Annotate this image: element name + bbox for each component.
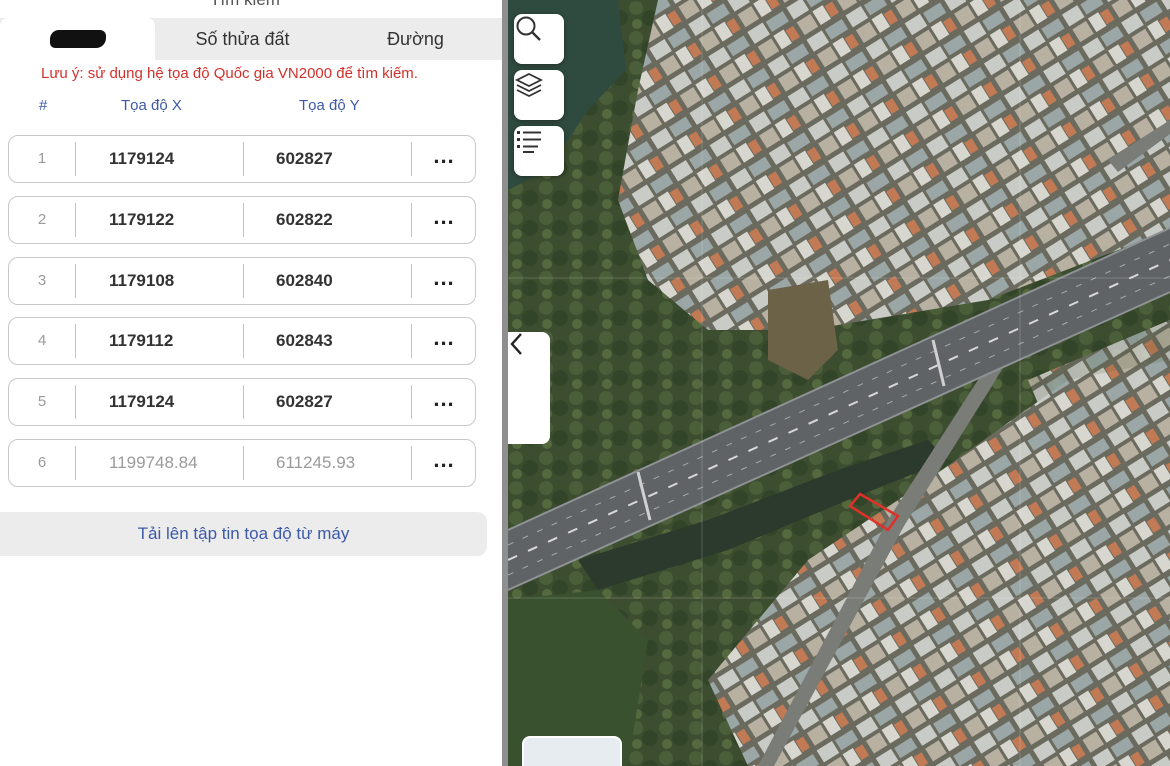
row-divider	[243, 324, 244, 358]
search-icon	[516, 16, 541, 41]
y-coordinate-field[interactable]: 602840	[276, 258, 333, 304]
row-divider	[75, 324, 76, 358]
layers-icon	[514, 72, 544, 98]
map-layers-button[interactable]	[514, 70, 564, 120]
satellite-imagery	[508, 0, 1170, 766]
row-divider	[243, 446, 244, 480]
x-coordinate-field[interactable]: 1179124	[109, 136, 174, 182]
x-coordinate-field[interactable]: 1179112	[109, 318, 173, 364]
y-coordinate-field[interactable]: 602822	[276, 197, 333, 243]
row-more-button[interactable]: ...	[411, 136, 477, 182]
collapse-panel-button[interactable]	[508, 332, 550, 444]
coordinate-row: 2 1179122 602822 ...	[8, 196, 476, 244]
satellite-map[interactable]	[508, 0, 1170, 766]
row-divider	[243, 385, 244, 419]
row-index: 5	[37, 393, 47, 410]
y-coordinate-field[interactable]: 602843	[276, 318, 333, 364]
search-panel: Tìm kiếm Số thửa đất Đường Lưu ý: sử dụn…	[0, 0, 502, 766]
row-divider	[243, 203, 244, 237]
coordinate-row: 6 1199748.84 611245.93 ...	[8, 439, 476, 487]
row-index: 2	[37, 211, 47, 228]
list-icon	[517, 131, 541, 153]
column-header-index: #	[39, 97, 48, 114]
row-divider	[75, 203, 76, 237]
tab-road[interactable]: Đường	[338, 18, 493, 60]
row-index: 6	[37, 454, 47, 471]
row-index: 1	[37, 150, 47, 167]
panel-title: Tìm kiếm	[0, 0, 490, 10]
row-more-button[interactable]: ...	[411, 318, 477, 364]
row-divider	[75, 142, 76, 176]
map-search-button[interactable]	[514, 14, 564, 64]
map-list-button[interactable]	[514, 126, 564, 176]
x-coordinate-field[interactable]: 1179124	[109, 379, 174, 425]
chevron-left-icon	[510, 333, 522, 355]
row-more-button[interactable]: ...	[411, 379, 477, 425]
row-divider	[75, 446, 76, 480]
row-index: 4	[37, 332, 47, 349]
tab-parcel-number[interactable]: Số thửa đất	[165, 18, 320, 60]
upload-coordinates-button[interactable]: Tải lên tập tin tọa độ từ máy	[0, 512, 487, 556]
coordinate-row: 1 1179124 602827 ...	[8, 135, 476, 183]
x-coordinate-field[interactable]: 1199748.84	[109, 440, 198, 486]
tab-bar: Số thửa đất Đường	[0, 18, 502, 60]
coordinate-system-note: Lưu ý: sử dụng hệ tọa độ Quốc gia VN2000…	[41, 65, 418, 82]
coordinate-row: 5 1179124 602827 ...	[8, 378, 476, 426]
redacted-label	[49, 29, 106, 48]
y-coordinate-field[interactable]: 602827	[276, 379, 333, 425]
row-more-button[interactable]: ...	[411, 258, 477, 304]
row-divider	[243, 264, 244, 298]
row-more-button[interactable]: ...	[411, 197, 477, 243]
row-index: 3	[37, 272, 47, 289]
column-header-y: Tọa độ Y	[299, 97, 360, 114]
column-header-x: Tọa độ X	[121, 97, 182, 114]
row-more-button[interactable]: ...	[411, 440, 477, 486]
coordinate-row: 3 1179108 602840 ...	[8, 257, 476, 305]
basemap-switcher[interactable]	[522, 736, 622, 766]
x-coordinate-field[interactable]: 1179108	[109, 258, 174, 304]
row-divider	[75, 264, 76, 298]
coordinate-row: 4 1179112 602843 ...	[8, 317, 476, 365]
x-coordinate-field[interactable]: 1179122	[109, 197, 174, 243]
y-coordinate-field[interactable]: 602827	[276, 136, 333, 182]
row-divider	[75, 385, 76, 419]
tab-coordinates[interactable]	[0, 18, 155, 60]
row-divider	[243, 142, 244, 176]
y-coordinate-field[interactable]: 611245.93	[276, 440, 355, 486]
